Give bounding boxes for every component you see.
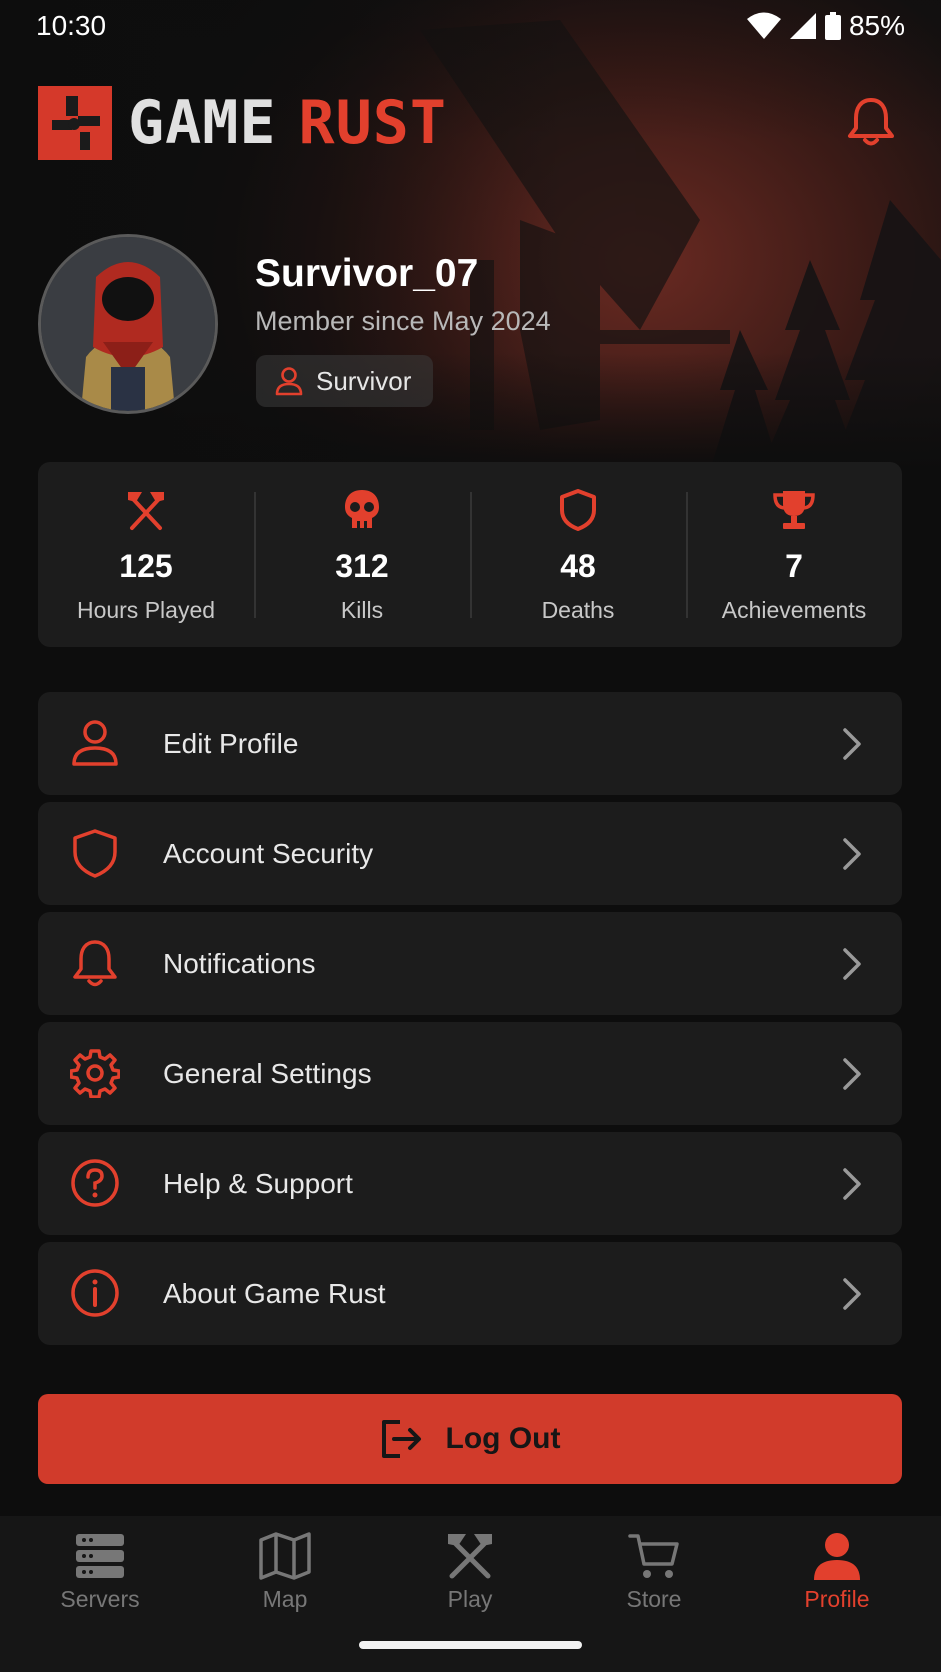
- stat-hours-played: 125 Hours Played: [38, 462, 254, 647]
- rank-label: Survivor: [316, 365, 412, 396]
- battery-percentage: 85%: [848, 10, 905, 41]
- status-bar: 10:30 85%: [0, 0, 941, 56]
- menu-item-account-security[interactable]: Account Security: [38, 802, 902, 905]
- tab-label: Store: [626, 1586, 682, 1612]
- stat-label: Kills: [340, 597, 384, 623]
- stat-value: 7: [785, 548, 803, 584]
- user-icon: [814, 1533, 860, 1580]
- logout-label: Log Out: [445, 1422, 561, 1455]
- map-icon: [259, 1532, 311, 1580]
- app-title: GAME RUST: [128, 88, 447, 158]
- stat-value: 48: [560, 548, 596, 584]
- tab-map[interactable]: Map: [215, 1532, 355, 1613]
- chevron-right-icon: [843, 1278, 861, 1310]
- trophy-icon: [773, 491, 815, 529]
- menu-label: Account Security: [163, 837, 374, 869]
- app-logo: GAME RUST: [38, 86, 447, 160]
- settings-menu: Edit Profile Account Security Notificati…: [38, 692, 902, 1352]
- menu-item-notifications[interactable]: Notifications: [38, 912, 902, 1015]
- tab-label: Map: [262, 1586, 308, 1612]
- skull-icon: [345, 490, 379, 528]
- crossed-hammers-icon: [448, 1534, 492, 1579]
- stat-label: Deaths: [541, 597, 615, 623]
- stat-value: 125: [119, 548, 173, 584]
- chevron-right-icon: [843, 948, 861, 980]
- crossed-hammers-icon: [128, 492, 164, 530]
- menu-label: Help & Support: [163, 1167, 353, 1199]
- shield-icon: [73, 829, 117, 878]
- tab-label: Play: [447, 1586, 493, 1612]
- tab-servers[interactable]: Servers: [30, 1532, 170, 1613]
- tab-play[interactable]: Play: [400, 1532, 540, 1613]
- server-icon: [76, 1534, 124, 1578]
- stat-label: Hours Played: [76, 597, 216, 623]
- stat-value: 312: [335, 548, 389, 584]
- tab-label: Profile: [804, 1586, 870, 1612]
- battery-icon: [824, 12, 841, 40]
- bell-icon: [848, 98, 894, 146]
- wifi-icon: [746, 12, 781, 39]
- status-icons: 85%: [746, 10, 905, 42]
- logout-button[interactable]: Log Out: [38, 1394, 902, 1484]
- user-icon: [275, 367, 303, 396]
- stats-card: 125 Hours Played 312 Kills 48 Deaths 7 A…: [38, 462, 902, 647]
- chevron-right-icon: [843, 1168, 861, 1200]
- home-indicator[interactable]: [359, 1641, 582, 1649]
- bell-icon: [73, 940, 117, 987]
- rust-logo-icon: [38, 86, 112, 160]
- menu-item-help-support[interactable]: Help & Support: [38, 1132, 902, 1235]
- menu-label: Edit Profile: [163, 727, 299, 759]
- tab-label: Servers: [60, 1586, 140, 1612]
- cart-icon: [628, 1534, 679, 1578]
- username: Survivor_07: [255, 252, 479, 295]
- menu-item-edit-profile[interactable]: Edit Profile: [38, 692, 902, 795]
- avatar-image: [41, 237, 215, 411]
- stat-achievements: 7 Achievements: [686, 462, 902, 647]
- shield-icon: [560, 489, 596, 531]
- cellular-signal-icon: [789, 13, 816, 39]
- stat-label: Achievements: [721, 597, 867, 623]
- info-circle-icon: [71, 1269, 119, 1317]
- menu-label: About Game Rust: [163, 1277, 386, 1309]
- menu-item-general-settings[interactable]: General Settings: [38, 1022, 902, 1125]
- menu-label: General Settings: [163, 1057, 372, 1089]
- gear-icon: [70, 1049, 120, 1098]
- member-since: Member since May 2024: [255, 306, 551, 336]
- stat-kills: 312 Kills: [254, 462, 470, 647]
- menu-label: Notifications: [163, 947, 316, 979]
- notifications-bell-button[interactable]: [846, 96, 896, 153]
- app-title-rust: RUST: [298, 88, 447, 158]
- chevron-right-icon: [843, 1058, 861, 1090]
- stat-deaths: 48 Deaths: [470, 462, 686, 647]
- rank-badge: Survivor: [256, 355, 434, 407]
- menu-item-about[interactable]: About Game Rust: [38, 1242, 902, 1345]
- logout-icon: [381, 1420, 421, 1458]
- chevron-right-icon: [843, 728, 861, 760]
- chevron-right-icon: [843, 838, 861, 870]
- question-circle-icon: [71, 1159, 119, 1207]
- app-title-game: GAME: [128, 88, 277, 158]
- tab-store[interactable]: Store: [584, 1532, 724, 1613]
- status-time: 10:30: [36, 10, 107, 41]
- tab-profile[interactable]: Profile: [767, 1532, 907, 1613]
- avatar[interactable]: [38, 234, 218, 414]
- user-icon: [72, 720, 118, 766]
